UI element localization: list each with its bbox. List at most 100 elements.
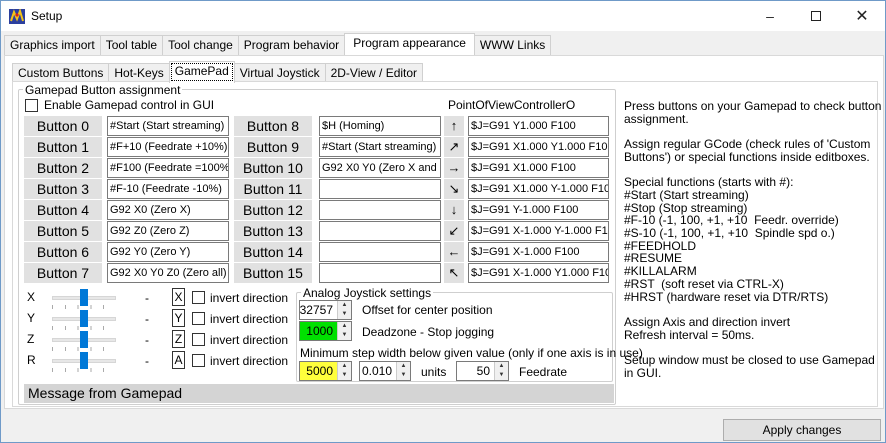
- gamepad-button-4[interactable]: Button 4: [24, 200, 102, 220]
- minimize-button[interactable]: –: [747, 1, 793, 31]
- gamepad-button-2[interactable]: Button 2: [24, 158, 102, 178]
- axis-slider[interactable]: [49, 309, 119, 330]
- feedrate-spinner[interactable]: 50 ▲ ▼: [456, 361, 509, 381]
- gamepad-button-7[interactable]: Button 7: [24, 263, 102, 283]
- arrow-up-icon[interactable]: ↑: [444, 116, 464, 136]
- tab-graphics-import[interactable]: Graphics import: [4, 35, 101, 55]
- tab-virtual-joystick[interactable]: Virtual Joystick: [233, 63, 326, 83]
- gamepad-button-14-command-field[interactable]: [319, 242, 441, 262]
- step-units-spinner[interactable]: 0.010 ▲ ▼: [359, 361, 411, 381]
- axis-assignment[interactable]: Z: [172, 330, 185, 348]
- pov-command-field[interactable]: $J=G91 X-1.000 Y1.000 F100: [468, 263, 609, 283]
- arrow-down-left-icon[interactable]: ↙: [444, 221, 464, 241]
- gamepad-button-10-command-field[interactable]: G92 X0 Y0 (Zero X and: [319, 158, 441, 178]
- gamepad-button-15[interactable]: Button 15: [234, 263, 312, 283]
- axis-assignment[interactable]: A: [172, 351, 185, 369]
- spinner-arrows-icon[interactable]: ▲ ▼: [494, 362, 508, 380]
- gamepad-button-11[interactable]: Button 11: [234, 179, 312, 199]
- gamepad-button-15-command-field[interactable]: [319, 263, 441, 283]
- invert-direction-checkbox[interactable]: [192, 354, 205, 367]
- spinner-arrows-icon[interactable]: ▲ ▼: [396, 362, 410, 380]
- close-button[interactable]: ✕: [839, 1, 885, 31]
- gamepad-button-8-command-field[interactable]: $H (Homing): [319, 116, 441, 136]
- invert-direction-checkbox[interactable]: [192, 333, 205, 346]
- tab-www-links[interactable]: WWW Links: [473, 35, 552, 55]
- pov-command-field[interactable]: $J=G91 X1.000 Y-1.000 F100: [468, 179, 609, 199]
- deadzone-spinner[interactable]: 1000 ▲ ▼: [299, 321, 352, 341]
- gamepad-button-9-command-field[interactable]: #Start (Start streaming): [319, 137, 441, 157]
- arrow-up-right-icon[interactable]: ↗: [444, 137, 464, 157]
- tab-2d-view-editor[interactable]: 2D-View / Editor: [324, 63, 424, 83]
- slider-thumb[interactable]: [80, 289, 88, 306]
- apply-changes-button[interactable]: Apply changes: [723, 419, 881, 441]
- gamepad-button-5[interactable]: Button 5: [24, 221, 102, 241]
- tab-program-appearance[interactable]: Program appearance: [344, 33, 475, 55]
- gamepad-button-13[interactable]: Button 13: [234, 221, 312, 241]
- gamepad-button-7-command-field[interactable]: G92 X0 Y0 Z0 (Zero all): [107, 263, 229, 283]
- gamepad-button-2-command-field[interactable]: #F100 (Feedrate =100%: [107, 158, 229, 178]
- pov-command-field[interactable]: $J=G91 X-1.000 F100: [468, 242, 609, 262]
- gamepad-button-8[interactable]: Button 8: [234, 116, 312, 136]
- gamepad-button-10[interactable]: Button 10: [234, 158, 312, 178]
- invert-direction-label: invert direction: [210, 354, 289, 368]
- offset-spinner[interactable]: 32757 ▲ ▼: [299, 300, 352, 320]
- enable-gamepad-checkbox[interactable]: [25, 99, 38, 112]
- tab-program-behavior[interactable]: Program behavior: [237, 35, 346, 55]
- gamepad-button-12[interactable]: Button 12: [234, 200, 312, 220]
- pov-command-field[interactable]: $J=G91 X1.000 F100: [468, 158, 609, 178]
- gamepad-button-9[interactable]: Button 9: [234, 137, 312, 157]
- axis-name: R: [27, 353, 36, 367]
- spinner-arrows-icon[interactable]: ▲ ▼: [337, 322, 351, 340]
- gamepad-button-14[interactable]: Button 14: [234, 242, 312, 262]
- pov-title: PointOfViewControllerO: [448, 98, 576, 112]
- axis-assignment[interactable]: X: [172, 288, 185, 306]
- gamepad-button-1-command-field[interactable]: #F+10 (Feedrate +10%): [107, 137, 229, 157]
- group-title: Gamepad Button assignment: [23, 83, 183, 97]
- gamepad-button-11-command-field[interactable]: [319, 179, 441, 199]
- invert-direction-checkbox[interactable]: [192, 312, 205, 325]
- arrow-down-right-icon[interactable]: ↘: [444, 179, 464, 199]
- min-step-spinner[interactable]: 5000 ▲ ▼: [299, 361, 352, 381]
- invert-direction-checkbox[interactable]: [192, 291, 205, 304]
- gamepad-button-0[interactable]: Button 0: [24, 116, 102, 136]
- gamepad-button-4-command-field[interactable]: G92 X0 (Zero X): [107, 200, 229, 220]
- pov-command-field[interactable]: $J=G91 Y-1.000 F100: [468, 200, 609, 220]
- slider-thumb[interactable]: [80, 310, 88, 327]
- maximize-button[interactable]: [793, 1, 839, 31]
- invert-direction-label: invert direction: [210, 312, 289, 326]
- spinner-arrows-icon[interactable]: ▲ ▼: [337, 362, 351, 380]
- gamepad-button-6-command-field[interactable]: G92 Y0 (Zero Y): [107, 242, 229, 262]
- gamepad-button-3-command-field[interactable]: #F-10 (Feedrate -10%): [107, 179, 229, 199]
- pov-command-field[interactable]: $J=G91 X1.000 Y1.000 F100: [468, 137, 609, 157]
- close-icon: ✕: [855, 8, 869, 25]
- gamepad-button-3[interactable]: Button 3: [24, 179, 102, 199]
- axis-value: -: [145, 354, 149, 368]
- tab-tool-change[interactable]: Tool change: [162, 35, 239, 55]
- arrow-up-left-icon[interactable]: ↖: [444, 263, 464, 283]
- axis-slider[interactable]: [49, 351, 119, 372]
- axis-slider[interactable]: [49, 330, 119, 351]
- axis-assignment[interactable]: Y: [172, 309, 185, 327]
- tab-tool-table[interactable]: Tool table: [99, 35, 164, 55]
- arrow-left-icon[interactable]: ←: [444, 242, 464, 262]
- arrow-down-icon[interactable]: ↓: [444, 200, 464, 220]
- pov-command-field[interactable]: $J=G91 X-1.000 Y-1.000 F100: [468, 221, 609, 241]
- slider-thumb[interactable]: [80, 352, 88, 369]
- gamepad-button-6[interactable]: Button 6: [24, 242, 102, 262]
- offset-label: Offset for center position: [362, 303, 493, 317]
- maximize-icon: [811, 11, 821, 21]
- gamepad-button-1[interactable]: Button 1: [24, 137, 102, 157]
- slider-thumb[interactable]: [80, 331, 88, 348]
- tab-hot-keys[interactable]: Hot-Keys: [108, 63, 170, 83]
- arrow-right-icon[interactable]: →: [444, 158, 464, 178]
- pov-command-field[interactable]: $J=G91 Y1.000 F100: [468, 116, 609, 136]
- gamepad-button-0-command-field[interactable]: #Start (Start streaming): [107, 116, 229, 136]
- tab-custom-buttons[interactable]: Custom Buttons: [12, 63, 110, 83]
- gamepad-button-12-command-field[interactable]: [319, 200, 441, 220]
- axis-value: -: [145, 291, 149, 305]
- gamepad-button-5-command-field[interactable]: G92 Z0 (Zero Z): [107, 221, 229, 241]
- tab-gamepad[interactable]: GamePad: [168, 61, 235, 83]
- spinner-arrows-icon[interactable]: ▲ ▼: [337, 301, 351, 319]
- axis-slider[interactable]: [49, 288, 119, 309]
- gamepad-button-13-command-field[interactable]: [319, 221, 441, 241]
